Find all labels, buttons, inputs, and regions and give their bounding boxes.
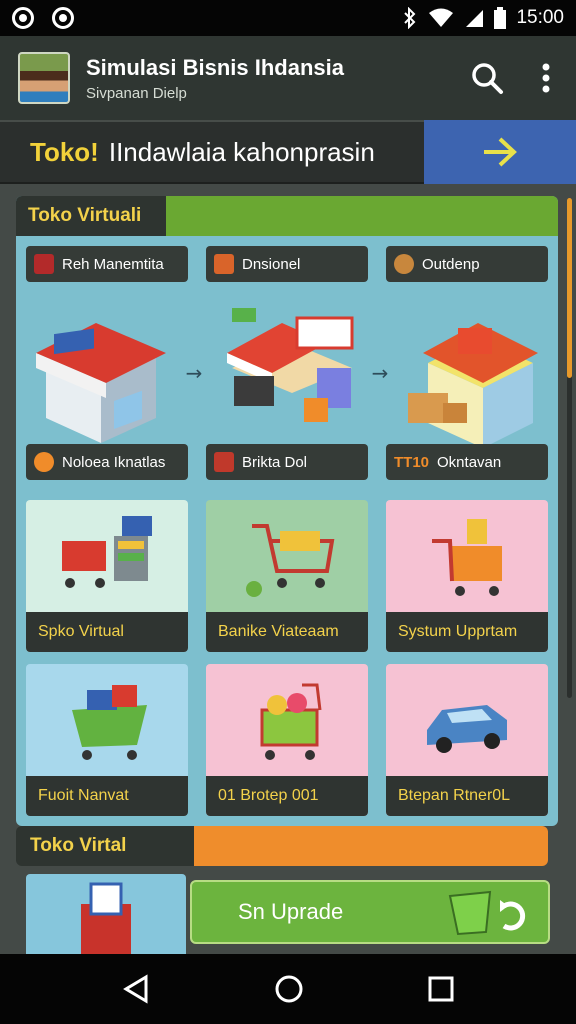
shopping-cart-icon (432, 519, 502, 596)
card-product[interactable]: Fuoit Nanvat (26, 664, 188, 816)
panel-title: Toko Virtuali (16, 196, 166, 236)
register-icon (81, 882, 131, 954)
store-icon (36, 323, 166, 443)
banner-arrow-button[interactable] (424, 120, 576, 184)
card-delivery[interactable]: Btepan Rtner0L (386, 664, 548, 816)
bluetooth-icon (404, 7, 416, 29)
shopping-cart-icon (62, 516, 152, 588)
scrollbar-thumb[interactable] (567, 198, 572, 378)
dollar-icon (214, 452, 234, 472)
car-icon (427, 705, 507, 753)
avatar[interactable] (18, 52, 70, 104)
store-card-partial[interactable] (26, 874, 186, 954)
record-icon (12, 7, 34, 29)
basket-icon (72, 685, 147, 760)
market-stall-icon (226, 308, 354, 422)
app-bar: Simulasi Bisnis Ihdansia Sivpanan Dielp (0, 36, 576, 120)
section-title: Toko Virtal (16, 826, 194, 866)
virtual-store-panel: Toko Virtuali Reh Manemtita Dnsionel Out… (16, 196, 558, 826)
box-icon (34, 254, 54, 274)
section-header: Toko Virtal (16, 826, 548, 866)
warehouse-icon (407, 323, 538, 448)
shopping-cart-icon (246, 524, 335, 597)
crate-icon (214, 254, 234, 274)
battery-icon (494, 7, 507, 29)
arrow-right-icon (484, 137, 517, 167)
sun-icon (34, 452, 54, 472)
flow-arrow-icon: → (371, 361, 389, 385)
upgrade-button[interactable]: Sn Uprade (190, 880, 550, 944)
card-virtual-store[interactable]: Spko Virtual (26, 500, 188, 652)
status-time: 15:00 (516, 7, 564, 28)
section-bar (194, 826, 548, 866)
status-bar: 15:00 (0, 0, 576, 36)
label-pill[interactable]: TT10 Okntavan (386, 444, 548, 480)
promo-banner[interactable]: Toko! IIndawlaia kahonprasin (0, 120, 576, 184)
flow-arrow-icon: → (185, 361, 203, 385)
upgrade-basket-icon (448, 890, 526, 936)
wifi-icon (429, 8, 454, 27)
app-subtitle: Sivpanan Dielp (86, 84, 187, 102)
banner-highlight: Toko! (30, 136, 99, 167)
card-basket[interactable]: 01 Brotep 001 (206, 664, 368, 816)
basket-icon (260, 683, 322, 760)
label-pill[interactable]: Noloea Iknatlas (26, 444, 188, 480)
panel-header-bar (166, 196, 558, 236)
record-icon (52, 7, 74, 29)
upgrade-label: Sn Uprade (238, 899, 344, 924)
label-pill[interactable]: Brikta Dol (206, 444, 368, 480)
gear-icon (394, 254, 414, 274)
app-title: Simulasi Bisnis Ihdansia (86, 54, 344, 80)
navigation-bar (0, 954, 576, 1024)
label-pill[interactable]: Outdenp (386, 246, 548, 282)
app-screen: 15:00 Simulasi Bisnis Ihdansia Sivpanan … (0, 0, 576, 1024)
banner-text: IIndawlaia kahonprasin (108, 136, 375, 167)
search-icon[interactable] (470, 61, 504, 95)
card-system[interactable]: Systum Upprtam (386, 500, 548, 652)
scrollbar[interactable] (567, 198, 572, 698)
store-flow-illustration: → → (26, 294, 548, 452)
more-vert-icon[interactable] (542, 63, 550, 93)
label-pill[interactable]: Dnsionel (206, 246, 368, 282)
label-pill[interactable]: Reh Manemtita (26, 246, 188, 282)
home-icon[interactable] (274, 974, 304, 1004)
signal-icon (466, 10, 484, 27)
main-content: Toko Virtuali Reh Manemtita Dnsionel Out… (0, 184, 576, 954)
back-icon[interactable] (122, 974, 150, 1004)
label-prefix: TT10 (394, 453, 430, 471)
recents-icon[interactable] (428, 976, 454, 1002)
card-cart[interactable]: Banike Viateaam (206, 500, 368, 652)
